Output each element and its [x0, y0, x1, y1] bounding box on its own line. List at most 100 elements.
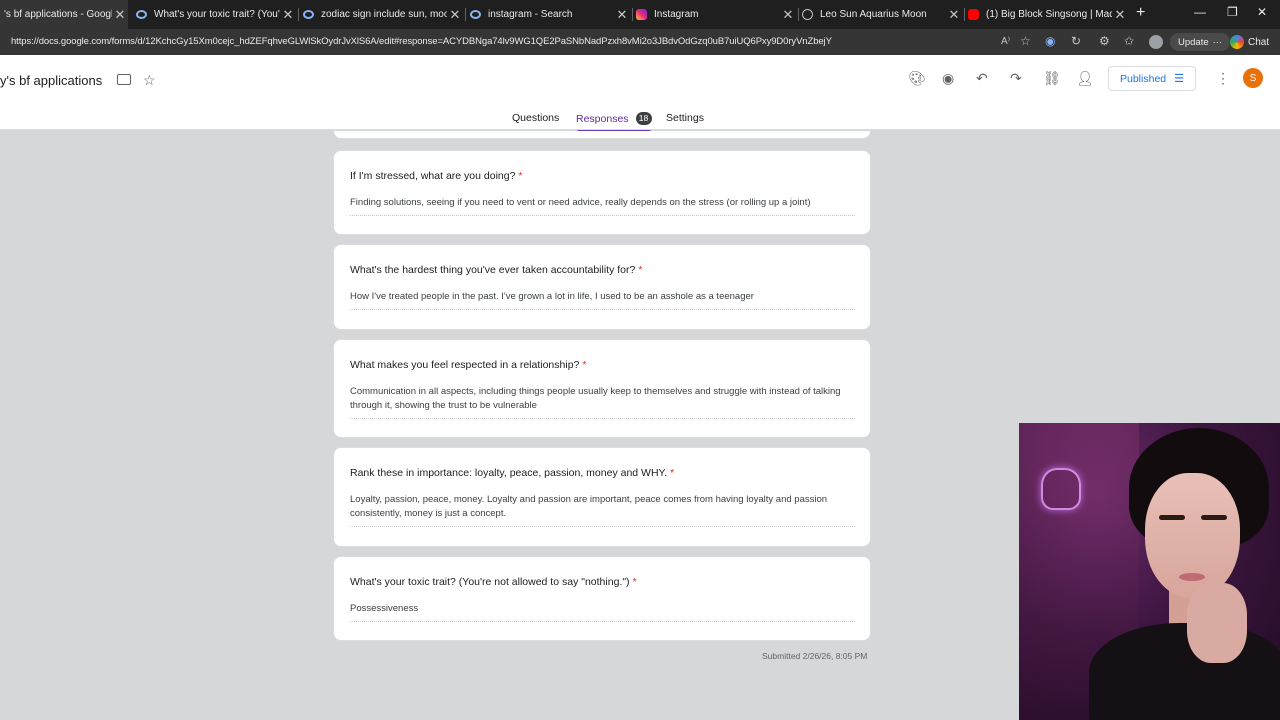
neon-sign [1041, 468, 1081, 510]
undo-icon[interactable]: ↶ [976, 70, 988, 86]
form-title[interactable]: y's bf applications [0, 73, 102, 88]
tab-title: What's your toxic trait? (You're no [154, 9, 280, 20]
search-icon [136, 10, 147, 19]
browser-tab-instagram[interactable]: Instagram ✕ [636, 0, 796, 29]
close-icon[interactable]: ✕ [780, 7, 796, 23]
copilot-icon [1230, 35, 1244, 49]
browser-tab-forms[interactable]: 's bf applications - Google For ✕ [0, 0, 128, 29]
answer-text: Finding solutions, seeing if you need to… [350, 196, 855, 216]
required-marker: * [632, 576, 637, 588]
close-icon[interactable]: ✕ [946, 7, 962, 23]
instagram-icon [636, 9, 647, 20]
globe-icon [802, 9, 813, 20]
tab-title: Instagram [654, 9, 699, 20]
browser-tab-instagram-search[interactable]: instagram - Search ✕ [470, 0, 630, 29]
bookmark-star-icon[interactable]: ☆ [1020, 34, 1031, 48]
question-label: What's the hardest thing you've ever tak… [350, 264, 636, 276]
question-label: Rank these in importance: loyalty, peace… [350, 467, 668, 479]
tab-title: Leo Sun Aquarius Moon [820, 9, 927, 20]
close-icon[interactable]: ✕ [447, 7, 463, 23]
preview-eye-icon[interactable]: ◉ [942, 70, 954, 86]
tab-title: (1) Big Block Singsong | Mad - You [986, 9, 1112, 20]
webcam-overlay [1019, 423, 1280, 720]
response-card: If I'm stressed, what are you doing? * Fi… [333, 150, 871, 235]
close-icon[interactable]: ✕ [112, 7, 128, 23]
required-marker: * [638, 264, 643, 276]
question-label: What makes you feel respected in a relat… [350, 359, 580, 371]
tab-separator [964, 8, 965, 21]
avatar[interactable]: S [1243, 68, 1263, 88]
folder-icon[interactable] [117, 74, 131, 85]
address-bar: https://docs.google.com/forms/d/12KchcGy… [0, 29, 1280, 55]
published-label: Published [1120, 72, 1167, 85]
question-text: Rank these in importance: loyalty, peace… [350, 467, 674, 479]
new-tab-icon[interactable]: + [1136, 4, 1145, 22]
question-label: What's your toxic trait? (You're not all… [350, 576, 630, 588]
tab-questions[interactable]: Questions [512, 112, 559, 124]
response-card: Rank these in importance: loyalty, peace… [333, 447, 871, 547]
question-text: What's the hardest thing you've ever tak… [350, 264, 642, 276]
answer-text: Loyalty, passion, peace, money. Loyalty … [350, 493, 855, 527]
extensions-puzzle-icon[interactable]: ⚙ [1099, 34, 1110, 48]
webcam-person-lips [1179, 573, 1205, 581]
tab-responses[interactable]: Responses 18 [576, 112, 652, 133]
tab-title: zodiac sign include sun, moon, All [321, 9, 447, 20]
more-vert-icon[interactable]: ⋮ [1216, 70, 1230, 86]
chat-label: Chat [1248, 36, 1270, 48]
browser-tab-zodiac[interactable]: zodiac sign include sun, moon, All ✕ [303, 0, 463, 29]
webcam-person-hand [1187, 583, 1247, 663]
webcam-person-body [1089, 623, 1280, 720]
webcam-person-brow [1201, 515, 1227, 520]
webcam-person-brow [1159, 515, 1185, 520]
minimize-icon[interactable]: — [1194, 5, 1206, 19]
more-icon: ··· [1212, 36, 1223, 48]
browser-tab-toxic-trait[interactable]: What's your toxic trait? (You're no ✕ [136, 0, 296, 29]
tab-responses-label: Responses [576, 113, 629, 125]
question-text: What makes you feel respected in a relat… [350, 359, 586, 371]
youtube-icon [968, 9, 979, 20]
required-marker: * [582, 359, 587, 371]
question-label: If I'm stressed, what are you doing? [350, 170, 516, 182]
form-tabs: Questions Responses 18 Settings [0, 110, 1280, 133]
response-card: What's the hardest thing you've ever tak… [333, 244, 871, 330]
browser-tab-strip: 's bf applications - Google For ✕ What's… [0, 0, 1280, 29]
update-label: Update [1178, 36, 1209, 48]
answer-text: Communication in all aspects, including … [350, 385, 855, 419]
required-marker: * [670, 467, 675, 479]
forms-header: y's bf applications ☆ 🎨︎ ◉ ↶ ↷ ⛓ 👤︎ Publ… [0, 55, 1280, 133]
refresh-icon[interactable]: ↻ [1071, 34, 1081, 48]
close-icon[interactable]: ✕ [1112, 7, 1128, 23]
add-collaborator-icon[interactable]: 👤︎ [1076, 70, 1094, 86]
browser-tab-youtube[interactable]: (1) Big Block Singsong | Mad - You ✕ [968, 0, 1128, 29]
link-icon[interactable]: ⛓ [1043, 70, 1061, 86]
profile-icon[interactable] [1149, 35, 1163, 49]
browser-tab-leo-sun[interactable]: Leo Sun Aquarius Moon ✕ [802, 0, 962, 29]
submitted-timestamp: Submitted 2/26/26, 8:05 PM [762, 651, 868, 661]
favorites-icon[interactable]: ✩ [1124, 34, 1134, 48]
update-button[interactable]: Update ··· [1170, 33, 1231, 51]
search-icon [470, 10, 481, 19]
close-icon[interactable]: ✕ [280, 7, 296, 23]
response-card: What makes you feel respected in a relat… [333, 339, 871, 438]
response-card: What's your toxic trait? (You're not all… [333, 556, 871, 641]
tab-separator [298, 8, 299, 21]
required-marker: * [518, 170, 523, 182]
star-icon[interactable]: ☆ [143, 72, 156, 88]
answer-text: How I've treated people in the past. I'v… [350, 290, 855, 310]
close-window-icon[interactable]: ✕ [1257, 5, 1267, 19]
restore-icon[interactable]: ❐ [1227, 5, 1238, 19]
tab-settings[interactable]: Settings [666, 112, 704, 124]
tab-title: 's bf applications - Google For [4, 9, 112, 20]
extension-icon[interactable]: ◉ [1045, 34, 1055, 48]
close-icon[interactable]: ✕ [614, 7, 630, 23]
tab-separator [465, 8, 466, 21]
palette-icon[interactable]: 🎨︎ [908, 70, 926, 86]
search-icon [303, 10, 314, 19]
read-aloud-icon[interactable]: A⁾ [1001, 36, 1010, 47]
redo-icon[interactable]: ↷ [1010, 70, 1022, 86]
url-input[interactable]: https://docs.google.com/forms/d/12KchcGy… [11, 36, 832, 47]
tune-icon: ☰ [1174, 73, 1184, 85]
tab-title: instagram - Search [488, 9, 573, 20]
published-button[interactable]: Published ☰ [1108, 66, 1196, 91]
chat-button[interactable]: Chat [1230, 33, 1269, 51]
